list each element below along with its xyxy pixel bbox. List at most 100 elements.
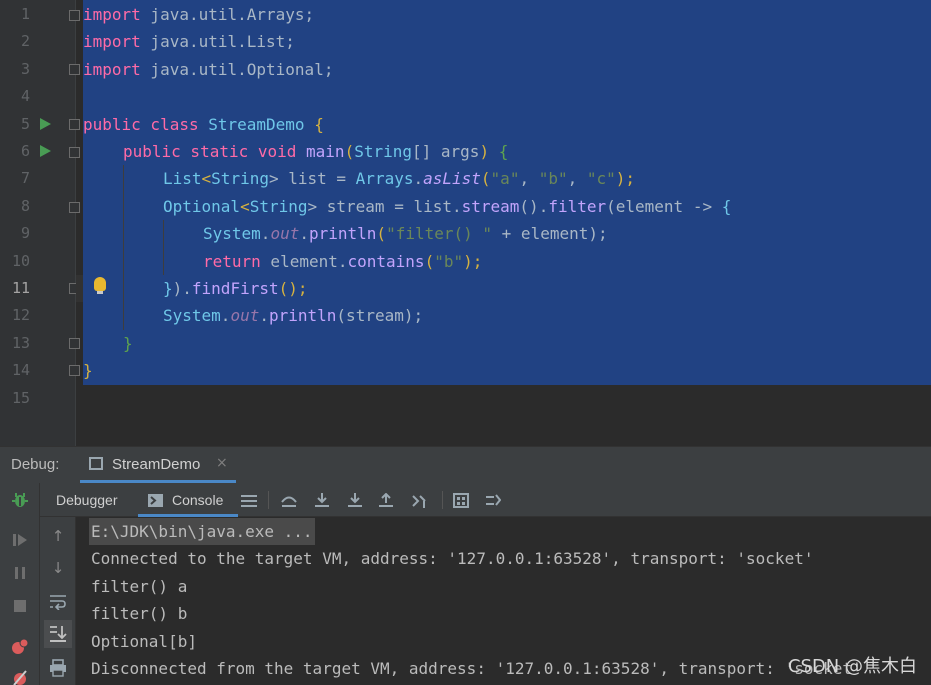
tab-streamdemo[interactable]: StreamDemo ×	[80, 447, 236, 483]
up-arrow-icon[interactable]: ↑	[49, 527, 67, 545]
run-to-cursor-icon[interactable]	[412, 493, 428, 508]
lightbulb-icon[interactable]	[94, 277, 106, 294]
fold-marker-icon[interactable]	[69, 147, 80, 158]
line-number: 6	[20, 142, 30, 160]
code-line-14: }	[83, 357, 93, 384]
console-line[interactable]: E:\JDK\bin\java.exe ...	[89, 518, 315, 546]
fold-marker-icon[interactable]	[69, 119, 80, 130]
keyword: import	[83, 5, 141, 24]
close-icon[interactable]: ×	[216, 455, 228, 471]
code-line-9: System.out.println("filter() " + element…	[203, 220, 608, 247]
stop-icon[interactable]	[11, 597, 29, 615]
step-over-icon[interactable]	[281, 493, 297, 508]
step-into-icon[interactable]	[314, 493, 330, 508]
line-number: 5	[20, 114, 30, 133]
force-step-into-icon[interactable]	[347, 493, 363, 508]
console-left-toolbar: ↑ ↓	[40, 517, 76, 685]
fold-marker-icon[interactable]	[69, 338, 80, 349]
method-name: println	[268, 306, 337, 326]
code-line-13: }	[123, 330, 133, 357]
console-line: filter() a	[91, 576, 188, 596]
breakpoints-icon[interactable]	[11, 638, 29, 656]
line-number: 3	[20, 59, 30, 78]
trace-icon[interactable]	[485, 493, 501, 508]
code-text: ,	[519, 169, 539, 189]
console-line: filter() b	[91, 604, 188, 624]
line-number: 14	[11, 361, 30, 380]
code-text: .	[259, 306, 269, 326]
print-icon[interactable]	[49, 659, 67, 677]
run-icon[interactable]	[40, 118, 51, 130]
line-number: 9	[20, 224, 30, 243]
method-name: asList	[423, 169, 481, 189]
console-output[interactable]: E:\JDK\bin\java.exe ... Connected to the…	[76, 517, 931, 685]
method-name: filter	[548, 196, 607, 216]
code-text: > list =	[268, 169, 356, 189]
menu-icon[interactable]	[241, 493, 257, 508]
method-name: stream	[461, 196, 520, 216]
step-out-icon[interactable]	[378, 493, 394, 508]
code-editor[interactable]: 1 2 3 4 5 6 7 8 9 10 11 12 13 14 15 impo…	[0, 0, 931, 446]
pause-icon[interactable]	[11, 564, 29, 582]
line-number: 10	[11, 251, 30, 270]
code-text: );	[463, 251, 483, 271]
code-text: (element ->	[606, 196, 722, 216]
method-name: contains	[347, 251, 425, 271]
line-number: 7	[20, 169, 30, 188]
code-line-2: import java.util.List;	[83, 28, 295, 55]
paren: )	[479, 142, 490, 161]
console-line: Connected to the target VM, address: '12…	[91, 549, 814, 569]
string-literal: "b"	[538, 169, 568, 189]
code-line-12: System.out.println(stream);	[163, 302, 423, 329]
code-text: <	[240, 196, 250, 216]
class-name: System	[163, 306, 221, 326]
console-line: Disconnected from the target VM, address…	[91, 659, 862, 678]
evaluate-icon[interactable]	[453, 493, 469, 508]
method-name: main	[296, 142, 345, 161]
fold-marker-icon[interactable]	[69, 10, 80, 21]
tab-label: StreamDemo	[112, 456, 201, 473]
console-window-icon	[89, 457, 103, 470]
indent-guide	[163, 220, 164, 275]
paren: (	[480, 169, 491, 189]
code-text: > stream = list.	[307, 196, 462, 216]
code-text: element.	[260, 251, 348, 271]
code-text: .	[413, 169, 424, 189]
toolbar-separator	[268, 491, 269, 509]
watermark: CSDN @焦木白	[787, 656, 917, 677]
fold-marker-icon[interactable]	[69, 202, 80, 213]
resume-icon[interactable]	[11, 531, 29, 549]
tab-console[interactable]: Console	[138, 483, 238, 517]
line-number-gutter[interactable]: 1 2 3 4 5 6 7 8 9 10 11 12 13 14 15	[0, 0, 80, 446]
code-text: .	[260, 224, 271, 244]
class-name: List	[163, 169, 202, 189]
fold-marker-icon[interactable]	[69, 365, 80, 376]
string-literal: "b"	[434, 251, 464, 271]
tab-debugger[interactable]: Debugger	[56, 492, 118, 508]
line-number: 4	[20, 87, 30, 106]
class-name: StreamDemo	[198, 114, 305, 134]
code-text: ().	[519, 196, 549, 216]
soft-wrap-icon[interactable]	[49, 592, 67, 610]
keyword: public static void	[123, 142, 297, 161]
debug-bug-icon[interactable]	[11, 491, 29, 509]
debug-sub-toolbar: Debugger Console	[40, 483, 931, 517]
code-line-11: }).findFirst();	[163, 275, 308, 302]
console-line: Optional[b]	[91, 631, 197, 651]
scroll-to-end-toggle[interactable]	[44, 620, 72, 648]
keyword: import	[83, 32, 141, 52]
down-arrow-icon[interactable]: ↓	[49, 559, 67, 577]
string-literal: "a"	[490, 169, 520, 189]
fold-marker-icon[interactable]	[69, 64, 80, 75]
code-text: .	[220, 306, 231, 326]
mute-breakpoints-icon[interactable]	[11, 668, 29, 685]
code-text: java.util.Arrays;	[140, 5, 315, 24]
code-text: ).	[172, 279, 192, 298]
run-icon[interactable]	[40, 145, 51, 157]
console-tab-label: Console	[172, 492, 224, 508]
string-literal: "c"	[586, 169, 616, 189]
line-number: 8	[20, 196, 30, 215]
line-number: 13	[11, 333, 30, 352]
code-line-5: public class StreamDemo {	[83, 111, 324, 138]
scroll-to-end-icon	[50, 626, 67, 642]
